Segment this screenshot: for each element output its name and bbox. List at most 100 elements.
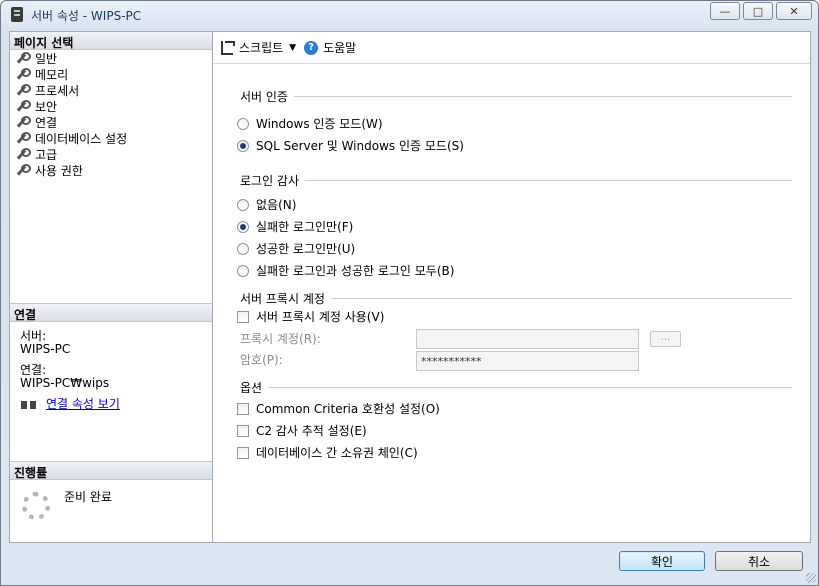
page-item[interactable]: 데이터베이스 설정	[10, 130, 212, 146]
proxy-group: 서버 프록시 계정	[240, 290, 792, 307]
close-icon: ✕	[789, 4, 799, 18]
toolbar: 스크립트 ▼ ? 도움말	[213, 32, 810, 64]
page-select-header: 페이지 선택	[10, 32, 212, 50]
minimize-icon: —	[719, 4, 731, 18]
radio-label: 실패한 로그인과 성공한 로그인 모두(B)	[256, 264, 455, 278]
wrench-icon	[16, 132, 31, 144]
help-icon: ?	[304, 40, 319, 55]
connection-plug-icon	[20, 399, 38, 411]
script-button[interactable]: 스크립트 ▼	[221, 39, 296, 56]
wrench-icon	[16, 164, 31, 176]
connection-value: WIPS-PC₩wips	[20, 376, 110, 390]
page-item[interactable]: 프로세서	[10, 82, 212, 98]
checkbox-label: C2 감사 추적 설정(E)	[256, 424, 367, 438]
title-bar: 서버 속성 - WIPS-PC — □ ✕	[1, 1, 818, 29]
ownership-chaining-checkbox[interactable]: 데이터베이스 간 소유권 체인(C)	[237, 444, 418, 461]
server-value: WIPS-PC	[20, 342, 71, 356]
proxy-title: 서버 프록시 계정	[240, 292, 325, 306]
checkbox-indicator[interactable]	[237, 424, 249, 437]
checkbox-indicator[interactable]	[237, 310, 249, 323]
page-item[interactable]: 사용 권한	[10, 162, 212, 178]
login-audit-group: 로그인 감사	[240, 172, 792, 189]
progress-header: 진행률	[10, 462, 212, 480]
radio-label: 없음(N)	[256, 198, 297, 212]
wrench-icon	[16, 116, 31, 128]
page-item-label: 보안	[35, 99, 58, 114]
progress-status: 준비 완료	[64, 490, 112, 504]
radio-indicator[interactable]	[237, 198, 249, 211]
proxy-browse-button[interactable]: ...	[650, 331, 681, 347]
audit-none-radio[interactable]: 없음(N)	[237, 196, 296, 213]
window-title: 서버 속성 - WIPS-PC	[31, 9, 142, 23]
mixed-auth-radio[interactable]: SQL Server 및 Windows 인증 모드(S)	[237, 137, 464, 154]
radio-indicator[interactable]	[237, 264, 249, 277]
cancel-button[interactable]: 취소	[715, 551, 803, 571]
page-list: 일반 메모리 프로세서 보안 연결 데이터베이스 설정 고급 사용 권한	[10, 50, 212, 178]
view-connection-properties-link[interactable]: 연결 속성 보기	[46, 398, 120, 411]
checkbox-indicator[interactable]	[237, 402, 249, 415]
page-item-label: 고급	[35, 147, 58, 162]
radio-label: SQL Server 및 Windows 인증 모드(S)	[256, 139, 464, 153]
minimize-button[interactable]: —	[710, 2, 740, 20]
view-connection-properties[interactable]: 연결 속성 보기	[20, 398, 202, 411]
wrench-icon	[16, 148, 31, 160]
audit-success-radio[interactable]: 성공한 로그인만(U)	[237, 240, 355, 257]
server-properties-window: 서버 속성 - WIPS-PC — □ ✕ 페이지 선택 일반 메모리 프로세서 보안…	[0, 0, 819, 586]
wrench-icon	[16, 100, 31, 112]
right-pane: 스크립트 ▼ ? 도움말 서버 인증 Windows 인증 모드(W) SQL …	[213, 31, 811, 543]
wrench-icon	[16, 68, 31, 80]
radio-label: 성공한 로그인만(U)	[256, 242, 356, 256]
page-item-label: 데이터베이스 설정	[35, 131, 128, 146]
checkbox-label: Common Criteria 호환성 설정(O)	[256, 402, 440, 416]
server-auth-group: 서버 인증	[240, 88, 792, 105]
connection-section: 연결 서버: WIPS-PC 연결: WIPS-PC₩wips 연결 속성 보기	[10, 303, 212, 463]
progress-spinner-icon	[22, 492, 50, 520]
resize-grip-icon[interactable]	[806, 573, 816, 583]
page-item-label: 프로세서	[35, 83, 80, 98]
c2-audit-checkbox[interactable]: C2 감사 추적 설정(E)	[237, 422, 367, 439]
radio-label: 실패한 로그인만(F)	[256, 220, 354, 234]
proxy-password-field[interactable]: ***********	[416, 351, 639, 371]
page-item-label: 연결	[35, 115, 58, 130]
progress-section: 진행률 준비 완료	[10, 461, 212, 542]
connection-header: 연결	[10, 304, 212, 322]
proxy-account-field[interactable]	[416, 329, 639, 349]
ok-button[interactable]: 확인	[619, 551, 705, 571]
server-auth-title: 서버 인증	[240, 90, 288, 104]
radio-indicator[interactable]	[237, 220, 249, 233]
wrench-icon	[16, 52, 31, 64]
page-item[interactable]: 고급	[10, 146, 212, 162]
close-button[interactable]: ✕	[776, 2, 812, 20]
checkbox-indicator[interactable]	[237, 446, 249, 459]
help-label: 도움말	[323, 41, 357, 55]
page-item-label: 사용 권한	[35, 163, 83, 178]
checkbox-label: 서버 프록시 계정 사용(V)	[256, 310, 385, 324]
maximize-button[interactable]: □	[743, 2, 773, 20]
options-group: 옵션	[240, 379, 792, 396]
checkbox-label: 데이터베이스 간 소유권 체인(C)	[256, 446, 418, 460]
page-item-label: 메모리	[35, 67, 69, 82]
page-item[interactable]: 메모리	[10, 66, 212, 82]
left-pane: 페이지 선택 일반 메모리 프로세서 보안 연결 데이터베이스 설정 고급 사용 권한 연결 …	[9, 31, 213, 543]
page-item[interactable]: 보안	[10, 98, 212, 114]
radio-indicator[interactable]	[237, 139, 249, 152]
radio-label: Windows 인증 모드(W)	[256, 117, 383, 131]
proxy-enable-checkbox[interactable]: 서버 프록시 계정 사용(V)	[237, 308, 384, 325]
page-select-section: 페이지 선택 일반 메모리 프로세서 보안 연결 데이터베이스 설정 고급 사용 권한	[10, 32, 212, 302]
options-title: 옵션	[240, 381, 263, 395]
page-item[interactable]: 연결	[10, 114, 212, 130]
common-criteria-checkbox[interactable]: Common Criteria 호환성 설정(O)	[237, 400, 440, 417]
server-icon	[11, 7, 23, 22]
radio-indicator[interactable]	[237, 117, 249, 130]
page-item[interactable]: 일반	[10, 50, 212, 66]
audit-failed-radio[interactable]: 실패한 로그인만(F)	[237, 218, 353, 235]
radio-indicator[interactable]	[237, 242, 249, 255]
audit-both-radio[interactable]: 실패한 로그인과 성공한 로그인 모두(B)	[237, 262, 454, 279]
maximize-icon: □	[752, 4, 764, 18]
proxy-account-label: 프록시 계정(R):	[240, 332, 321, 346]
chevron-down-icon[interactable]: ▼	[289, 43, 296, 53]
windows-auth-radio[interactable]: Windows 인증 모드(W)	[237, 115, 383, 132]
proxy-password-label: 암호(P):	[240, 353, 283, 367]
help-button[interactable]: ? 도움말	[304, 39, 356, 56]
script-label: 스크립트	[239, 41, 284, 55]
